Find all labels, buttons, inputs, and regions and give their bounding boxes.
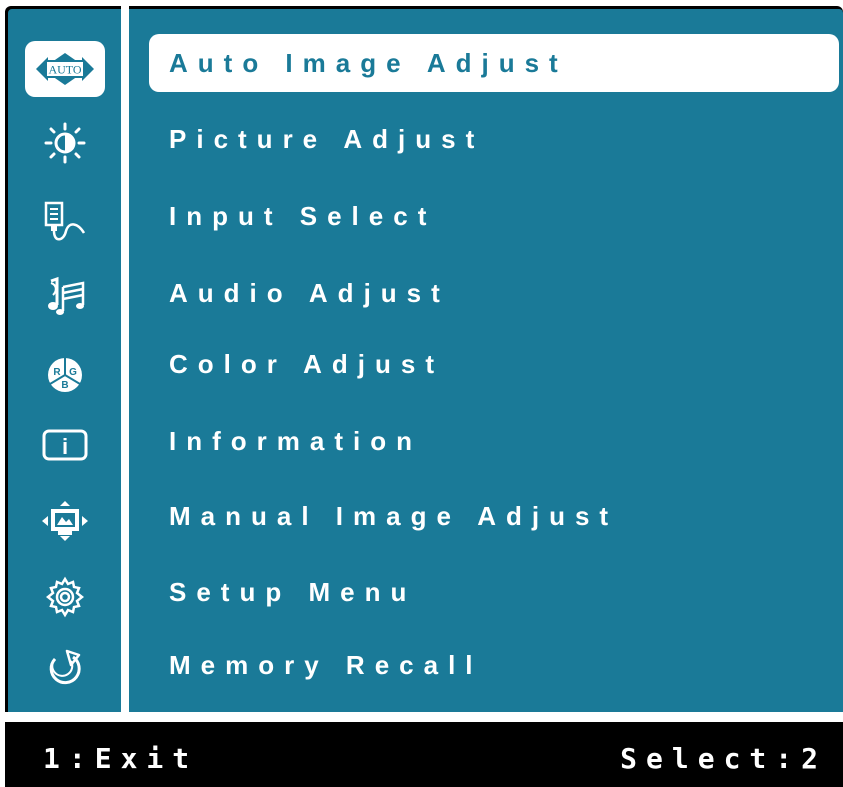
sidebar-item-audio-adjust[interactable] <box>8 267 121 327</box>
exit-hint[interactable]: 1:Exit <box>43 742 198 775</box>
info-icon: i <box>42 429 87 461</box>
menu-item-label: Setup Menu <box>169 576 417 607</box>
menu-item-setup-menu[interactable]: Setup Menu <box>149 563 839 621</box>
menu-item-label: Picture Adjust <box>169 123 485 154</box>
svg-text:B: B <box>61 380 68 391</box>
menu-item-input-select[interactable]: Input Select <box>149 187 839 245</box>
svg-text:AUTO: AUTO <box>48 63 81 77</box>
sidebar-item-auto-image-adjust[interactable]: AUTO <box>8 39 121 99</box>
menu-item-color-adjust[interactable]: Color Adjust <box>149 335 839 393</box>
menu-item-information[interactable]: Information <box>149 412 839 470</box>
sidebar-item-information[interactable]: i <box>8 415 121 475</box>
auto-icon: AUTO <box>35 53 94 85</box>
menu-item-label: Color Adjust <box>169 348 445 379</box>
brightness-icon <box>44 122 85 164</box>
menu-item-memory-recall[interactable]: Memory Recall <box>149 636 839 694</box>
music-note-icon <box>47 276 84 315</box>
sidebar-item-input-select[interactable] <box>8 191 121 251</box>
menu-item-label: Information <box>169 425 422 456</box>
menu-item-manual-image-adjust[interactable]: Manual Image Adjust <box>149 487 839 545</box>
gear-icon <box>45 576 84 618</box>
svg-text:R: R <box>53 367 61 378</box>
sidebar-item-setup-menu[interactable] <box>8 567 121 627</box>
menu-item-auto-image-adjust[interactable]: Auto Image Adjust <box>149 34 839 92</box>
rgb-color-icon: R G B <box>47 358 82 392</box>
select-hint[interactable]: Select:2 <box>620 742 827 775</box>
icon-highlight: AUTO <box>24 41 105 97</box>
menu-item-label: Manual Image Adjust <box>169 500 619 531</box>
osd-window: AUTO R G B i Auto Image Adjust Picture A… <box>5 6 843 787</box>
menu-item-label: Memory Recall <box>169 649 483 680</box>
menu-item-picture-adjust[interactable]: Picture Adjust <box>149 110 839 168</box>
input-connector-icon <box>44 201 85 241</box>
menu-item-label: Input Select <box>169 200 437 231</box>
svg-text:G: G <box>69 367 77 378</box>
sidebar-item-memory-recall[interactable] <box>8 639 121 699</box>
footer-bar: 1:Exit Select:2 <box>5 722 843 787</box>
menu-item-audio-adjust[interactable]: Audio Adjust <box>149 264 839 322</box>
recall-arrow-icon <box>49 649 81 685</box>
sidebar-item-picture-adjust[interactable] <box>8 113 121 173</box>
svg-text:i: i <box>61 434 67 459</box>
menu-item-label: Auto Image Adjust <box>169 47 568 78</box>
image-adjust-icon <box>41 501 88 541</box>
menu-list: Auto Image Adjust Picture Adjust Input S… <box>129 9 843 712</box>
icon-sidebar: AUTO R G B i <box>8 9 121 712</box>
horizontal-divider <box>5 712 843 722</box>
vertical-divider <box>121 6 129 718</box>
sidebar-item-color-adjust[interactable]: R G B <box>8 345 121 405</box>
sidebar-item-manual-image-adjust[interactable] <box>8 491 121 551</box>
menu-item-label: Audio Adjust <box>169 277 450 308</box>
